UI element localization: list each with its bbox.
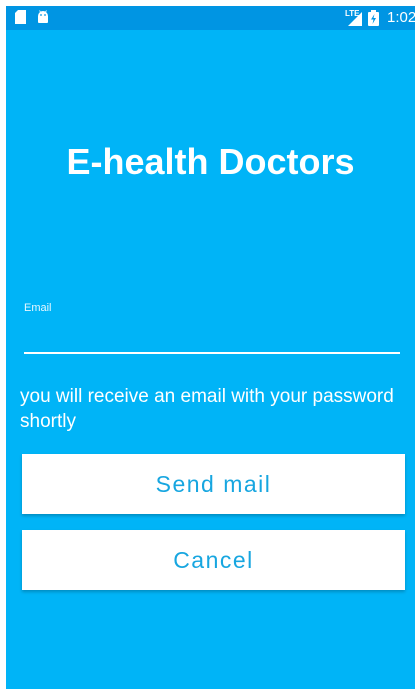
send-mail-button[interactable]: Send mail	[22, 454, 405, 514]
android-icon	[38, 10, 48, 23]
sd-card-icon	[15, 10, 26, 24]
status-time: 1:02	[387, 9, 415, 26]
app-title: E-health Doctors	[66, 141, 355, 182]
email-label: Email	[24, 302, 52, 314]
cancel-button[interactable]: Cancel	[22, 530, 405, 590]
info-message: you will receive an email with your pass…	[20, 386, 394, 432]
status-bar: LTE 1:02	[6, 6, 415, 30]
app-screen: LTE 1:02 E-health Doctors Email you will…	[6, 6, 415, 689]
signal-icon	[348, 12, 362, 26]
email-field[interactable]	[24, 322, 400, 354]
battery-icon	[368, 10, 379, 26]
